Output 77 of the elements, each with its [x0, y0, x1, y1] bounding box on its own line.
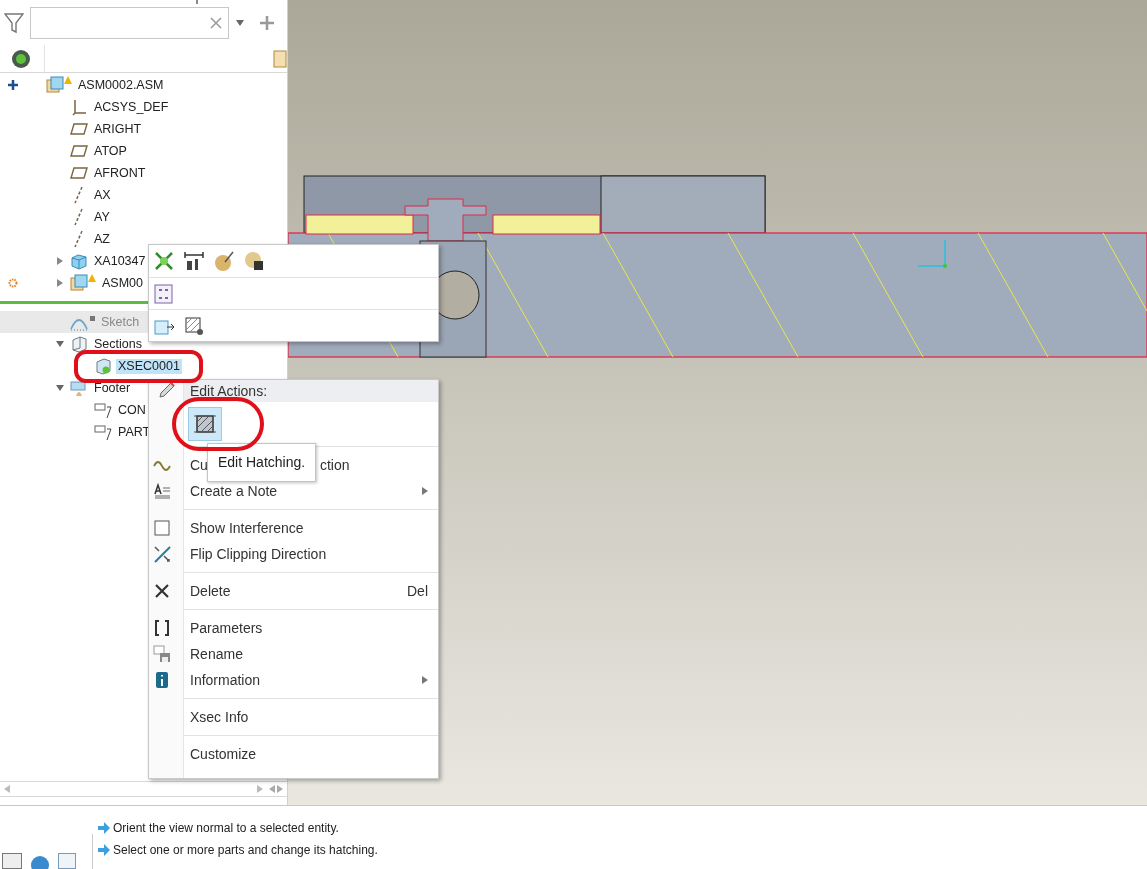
- rename-icon: [153, 645, 171, 663]
- diagonal-arrows-icon: [153, 545, 171, 563]
- expander-icon[interactable]: [55, 383, 65, 393]
- tree-item[interactable]: Footer: [92, 380, 133, 396]
- scroll-right-icon: [257, 785, 263, 793]
- menu-item[interactable]: Delete Del: [184, 578, 438, 604]
- tree-item[interactable]: ATOP: [92, 143, 129, 159]
- menu-section-header: Edit Actions:: [184, 380, 438, 402]
- column-icon: [271, 48, 287, 69]
- note-flag-icon: [94, 423, 112, 441]
- plane-icon: [70, 164, 88, 182]
- tree-item[interactable]: XA10347: [92, 253, 148, 269]
- section-icon: [94, 357, 112, 375]
- layout-icon[interactable]: [2, 853, 22, 869]
- tree-item[interactable]: AY: [92, 209, 112, 225]
- delete-icon: [153, 582, 171, 600]
- search-field[interactable]: [30, 7, 229, 39]
- scroll-arrows-icon: [269, 785, 283, 793]
- arrow-right-icon: [97, 844, 111, 856]
- menu-item[interactable]: Rename: [184, 641, 438, 667]
- menu-item[interactable]: Customize: [184, 741, 438, 767]
- status-message: Select one or more parts and change its hatching.: [113, 842, 378, 859]
- grid-icon: [153, 282, 175, 305]
- assembly-cube-icon: [70, 274, 88, 292]
- pencil-icon: [157, 381, 175, 399]
- section-icon: [70, 335, 88, 353]
- model-tree-icon: [10, 47, 32, 70]
- clear-icon: [210, 17, 222, 29]
- dimension-icon: [183, 250, 205, 272]
- brackets-icon: [153, 619, 171, 637]
- menu-item-text[interactable]: Cu: [190, 454, 208, 476]
- status-message: Orient the view normal to a selected entity.: [113, 820, 339, 837]
- tree-item[interactable]: AFRONT: [92, 165, 148, 181]
- scroll-left-icon: [4, 785, 10, 793]
- sphere-square-icon: [243, 250, 265, 272]
- plane-icon: [70, 142, 88, 160]
- hatch-eye-icon: [183, 314, 205, 337]
- expander-icon[interactable]: [55, 256, 65, 266]
- coordinate-system-icon: [70, 98, 88, 116]
- add-icon: [259, 15, 275, 31]
- footer-icon: [70, 379, 88, 397]
- menu-item-text[interactable]: ction: [319, 454, 350, 476]
- cube-icon: [70, 252, 88, 270]
- expander-icon[interactable]: [55, 339, 65, 349]
- tree-item[interactable]: CON: [116, 402, 148, 418]
- window-icon[interactable]: [58, 853, 76, 869]
- menu-item[interactable]: Show Interference: [184, 515, 438, 541]
- plane-icon: [70, 120, 88, 138]
- hatch-icon: [193, 412, 217, 436]
- ball-brush-icon: [213, 250, 235, 272]
- note-flag-icon: [94, 401, 112, 419]
- checkbox-icon: [153, 519, 171, 537]
- expander-icon[interactable]: [55, 278, 65, 288]
- tree-item[interactable]: AZ: [92, 231, 112, 247]
- scrollbar[interactable]: [0, 781, 287, 797]
- text-lines-icon: [153, 482, 171, 500]
- tree-item[interactable]: ACSYS_DEF: [92, 99, 171, 115]
- filter-icon: [4, 12, 24, 34]
- arrow-right-icon: [97, 822, 111, 834]
- menu-item[interactable]: Flip Clipping Direction: [184, 541, 438, 567]
- hatch-action-button[interactable]: [188, 407, 222, 441]
- tree-item[interactable]: AX: [92, 187, 113, 203]
- menu-item[interactable]: Parameters: [184, 615, 438, 641]
- menu-item[interactable]: Information: [184, 667, 438, 693]
- menu-item[interactable]: Xsec Info: [184, 704, 438, 730]
- dropdown-caret-icon: [235, 19, 245, 27]
- crossed-link-icon: [153, 250, 175, 272]
- tree-item[interactable]: XSEC0001: [116, 358, 182, 374]
- tree-item[interactable]: ASM00: [100, 275, 145, 291]
- plus-icon: [7, 79, 19, 91]
- tree-item[interactable]: ASM0002.ASM: [76, 77, 166, 93]
- tree-item[interactable]: ARIGHT: [92, 121, 144, 137]
- info-icon: [153, 671, 171, 689]
- suppressed-marker: [90, 316, 95, 321]
- assembly-cube-icon: [46, 76, 64, 94]
- tree-item[interactable]: PART: [116, 424, 153, 440]
- tree-item[interactable]: Sections: [92, 336, 144, 352]
